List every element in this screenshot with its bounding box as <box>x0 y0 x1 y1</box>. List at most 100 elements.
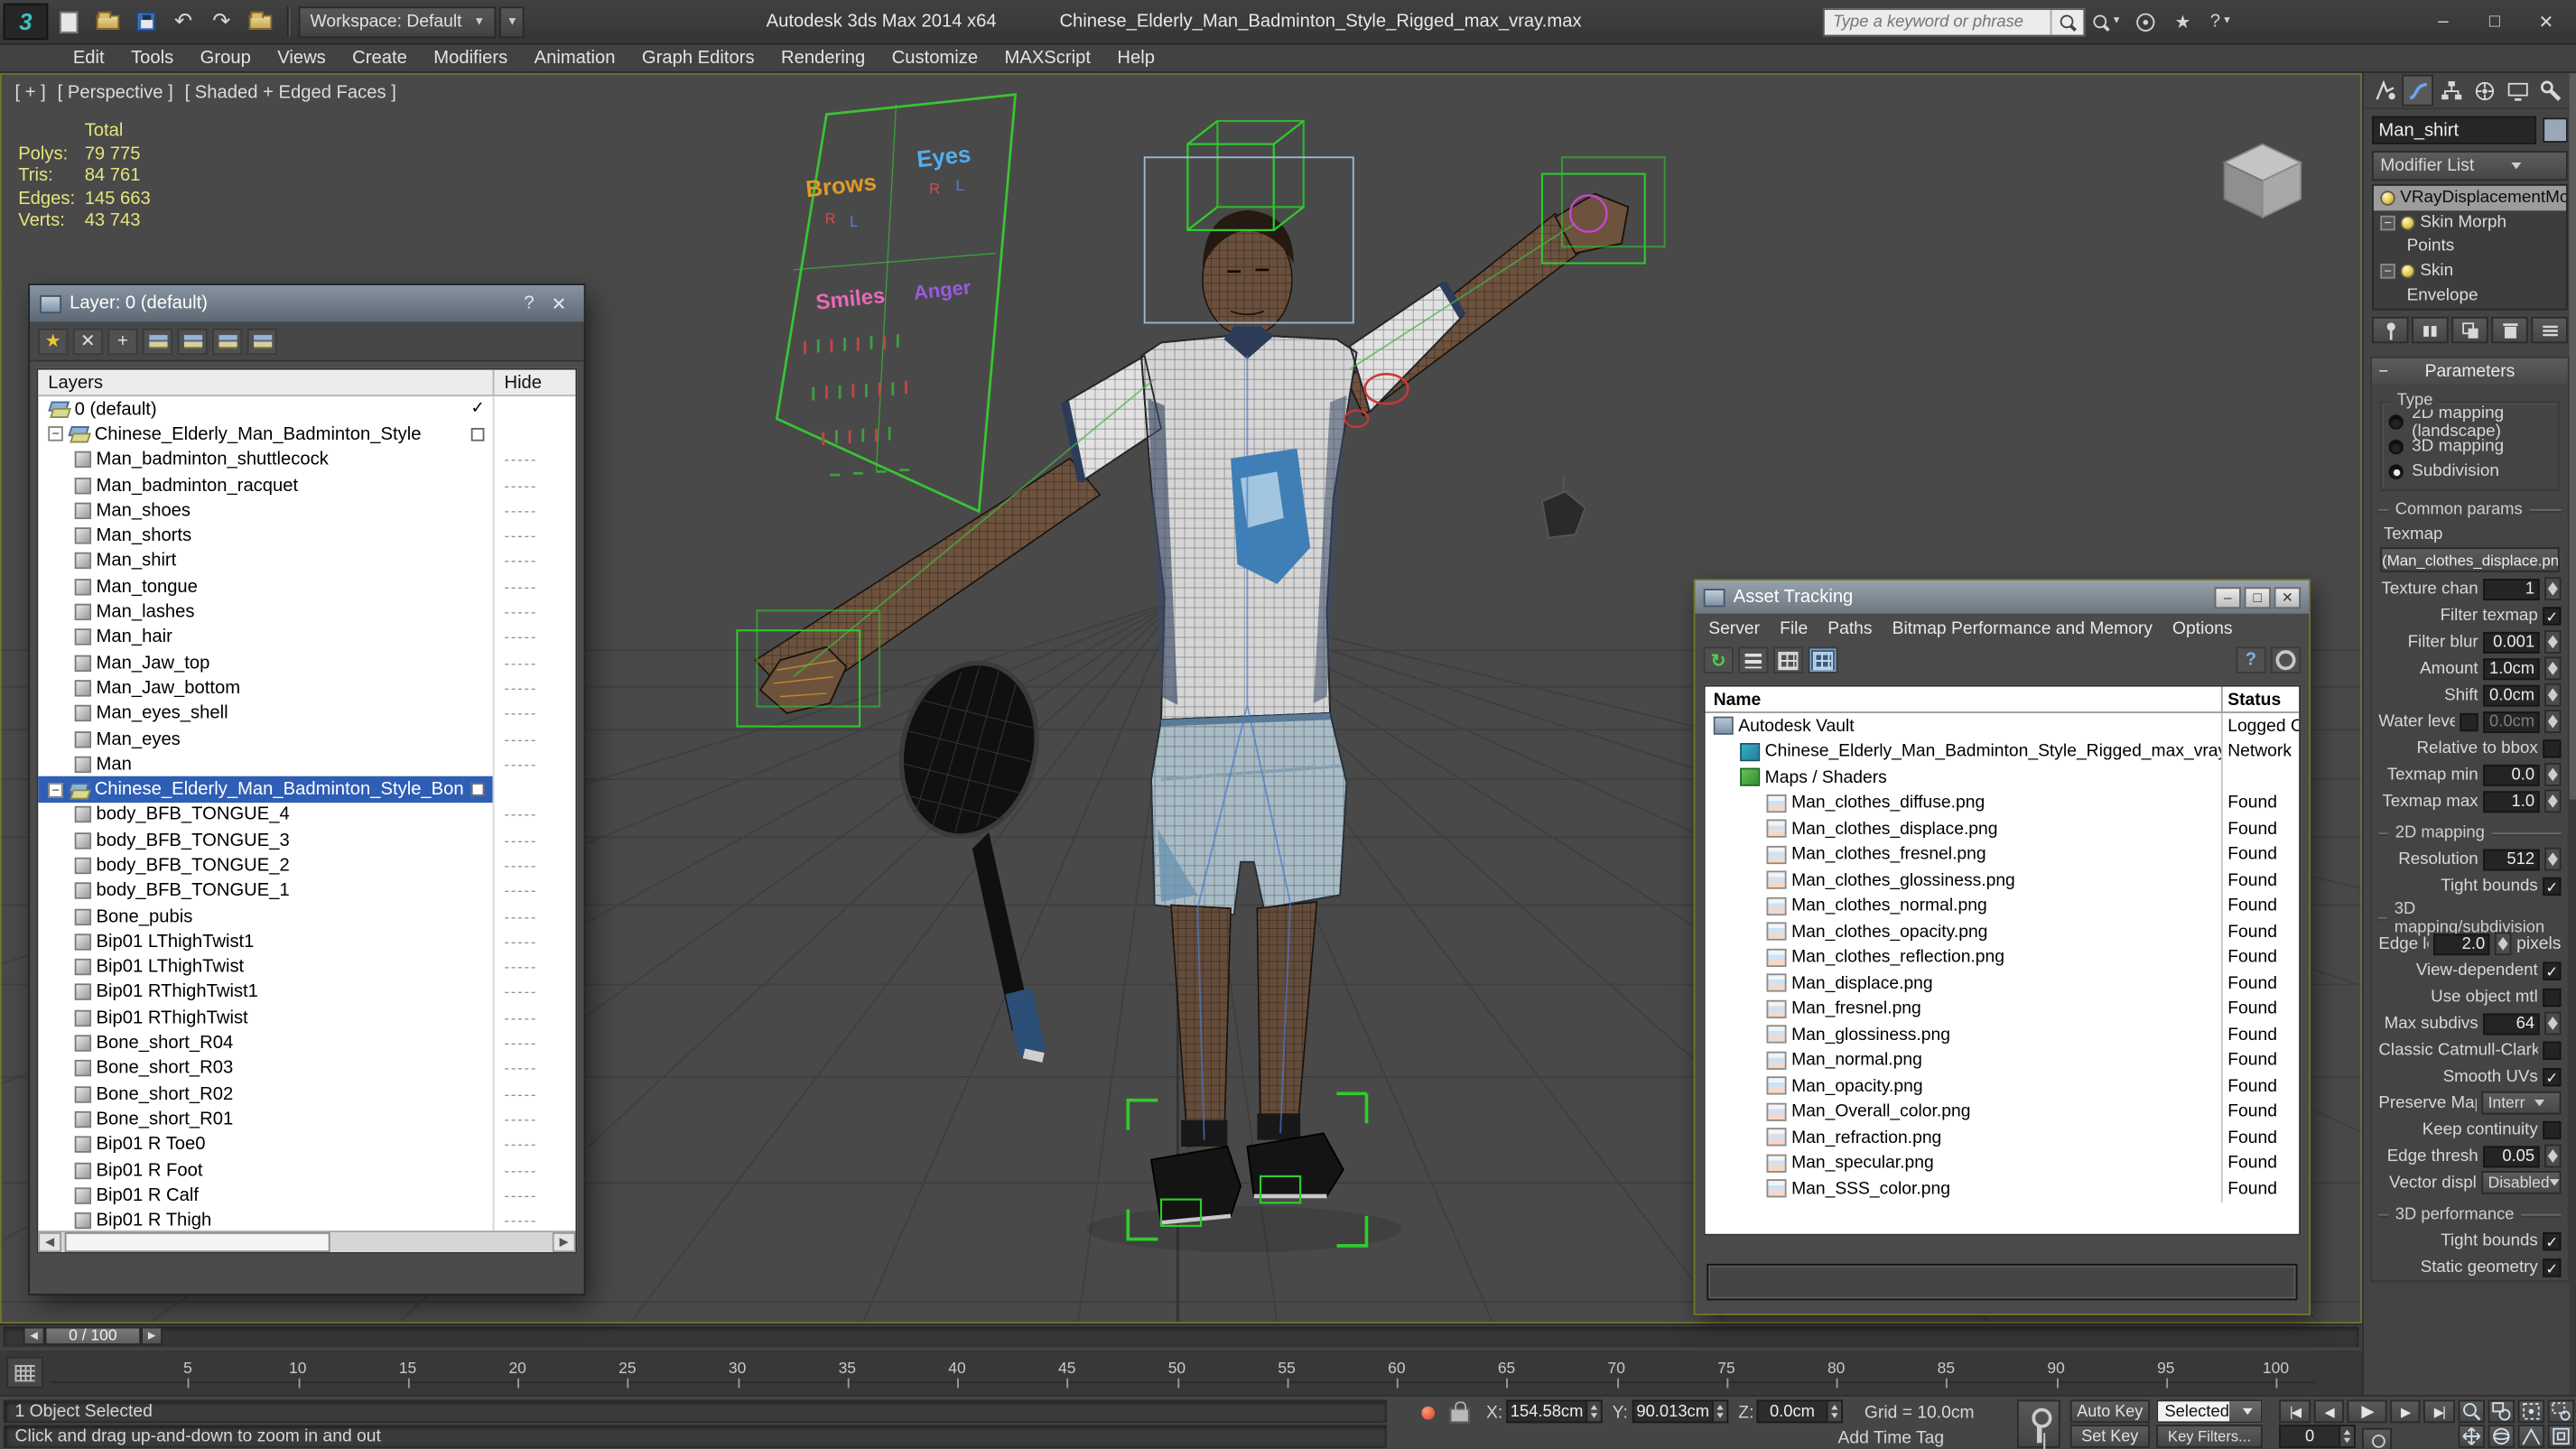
filter-blur-field[interactable]: 0.001 <box>2483 631 2540 653</box>
layer-toggle[interactable] <box>462 776 493 803</box>
open-file-icon[interactable] <box>89 5 125 39</box>
radio-icon[interactable] <box>2388 464 2404 479</box>
layer-toggle[interactable] <box>463 803 493 828</box>
remove-modifier-icon[interactable] <box>2491 316 2528 344</box>
vector-displ-dropdown[interactable]: Disabled <box>2481 1170 2562 1194</box>
layer-toggle[interactable]: ✓ <box>463 396 493 422</box>
asset-row-man-displace-png[interactable]: Man_displace.png Found <box>1706 970 2300 997</box>
utilities-tab-icon[interactable] <box>2534 75 2566 107</box>
layer-toggle[interactable] <box>463 726 493 751</box>
static-geometry-checkbox[interactable]: ✓ <box>2543 1258 2562 1277</box>
hide-toggle[interactable]: ----- <box>492 497 576 524</box>
asset-menu-bitmap-performance-and-memory[interactable]: Bitmap Performance and Memory <box>1883 618 2162 637</box>
menu-maxscript[interactable]: MAXScript <box>991 46 1104 70</box>
status-column-header[interactable]: Status <box>2220 686 2299 712</box>
make-unique-icon[interactable] <box>2451 316 2488 344</box>
layer-row-man-eyes-shell[interactable]: Man_eyes_shell ----- <box>38 701 576 727</box>
key-mode-toggle-icon[interactable] <box>2362 1427 2393 1449</box>
hide-toggle[interactable] <box>492 396 576 423</box>
menu-views[interactable]: Views <box>265 46 339 70</box>
tight-bounds-checkbox[interactable]: ✓ <box>2543 1231 2562 1250</box>
layer-row-man-shorts[interactable]: Man_shorts ----- <box>38 523 576 549</box>
layer-row-man-shirt[interactable]: Man_shirt ----- <box>38 548 576 574</box>
layer-toggle[interactable] <box>463 675 493 701</box>
zoom-region-icon[interactable] <box>2547 1399 2575 1424</box>
layer-row-body-bfb-tongue-3[interactable]: body_BFB_TONGUE_3 ----- <box>38 827 576 853</box>
relative-to-bbox-checkbox[interactable] <box>2543 738 2562 757</box>
asset-row-man-clothes-opacity-png[interactable]: Man_clothes_opacity.png Found <box>1706 918 2300 945</box>
asset-row-man-clothes-reflection-png[interactable]: Man_clothes_reflection.png Found <box>1706 944 2300 971</box>
favorites-star-icon[interactable]: ★ <box>2166 6 2199 36</box>
viewcube[interactable] <box>2211 135 2314 224</box>
asset-row-autodesk-vault[interactable]: Autodesk Vault Logged O <box>1706 712 2299 739</box>
layer-toggle[interactable] <box>463 549 493 574</box>
modifier-skin[interactable]: − Skin <box>2374 259 2566 283</box>
layer-toggle[interactable] <box>463 472 493 497</box>
water-level-checkbox[interactable] <box>2460 712 2478 731</box>
modifier-skin-morph[interactable]: − Skin Morph <box>2374 210 2566 235</box>
time-slider-handle[interactable]: 0 / 100 <box>44 1326 142 1345</box>
layer-row-bone-short-r02[interactable]: Bone_short_R02 ----- <box>38 1081 576 1107</box>
modifier-points[interactable]: Points <box>2374 235 2566 259</box>
hide-toggle[interactable]: ----- <box>492 1005 576 1031</box>
hide-toggle[interactable]: ----- <box>492 827 576 853</box>
add-selection-to-layer-icon[interactable]: + <box>107 327 138 355</box>
layer-toggle[interactable] <box>463 1006 493 1031</box>
water-level-field[interactable]: 0.0cm <box>2483 711 2540 733</box>
infocenter-search[interactable] <box>1822 7 2086 36</box>
asset-row-man-clothes-glossiness-png[interactable]: Man_clothes_glossiness.png Found <box>1706 867 2300 894</box>
object-color-swatch[interactable] <box>2543 117 2568 143</box>
layers-column-header[interactable]: Layers <box>38 372 492 392</box>
track-bar[interactable]: 5 10 15 20 25 30 35 40 45 50 55 60 65 70 75 80 85 90 95 100 <box>0 1348 2363 1396</box>
layer-toggle[interactable] <box>463 599 493 625</box>
highlight-layer-icon[interactable] <box>177 327 208 355</box>
hide-toggle[interactable]: ----- <box>492 599 576 625</box>
zoom-all-icon[interactable] <box>2488 1399 2516 1424</box>
layer-row-man-hair[interactable]: Man_hair ----- <box>38 624 576 651</box>
field-of-view-icon[interactable] <box>2517 1425 2545 1448</box>
layer-window-titlebar[interactable]: Layer: 0 (default) ? ✕ <box>30 284 584 322</box>
classic-catmull-clark-checkbox[interactable] <box>2543 1040 2562 1059</box>
layer-toggle[interactable] <box>463 1157 493 1183</box>
menu-customize[interactable]: Customize <box>879 46 991 70</box>
layer-toggle[interactable] <box>463 828 493 853</box>
panel-scrollbar[interactable] <box>2569 72 2576 1396</box>
hide-toggle[interactable]: ----- <box>492 1157 576 1184</box>
menu-rendering[interactable]: Rendering <box>767 46 879 70</box>
layer-toggle[interactable] <box>463 1132 493 1157</box>
freeze-toggle-icon[interactable] <box>246 327 277 355</box>
layer-toggle[interactable] <box>463 980 493 1005</box>
hide-toggle[interactable]: ----- <box>492 954 576 980</box>
go-to-end-icon[interactable]: ▶| <box>2423 1399 2455 1424</box>
layer-toggle[interactable] <box>463 1031 493 1056</box>
search-icon[interactable] <box>2050 9 2084 34</box>
asset-row-chinese-elderly-man-badminton-style-rigged-max-vray-max[interactable]: Chinese_Elderly_Man_Badminton_Style_Rigg… <box>1706 738 2300 765</box>
layer-row-man-shoes[interactable]: Man_shoes ----- <box>38 497 576 524</box>
redo-icon[interactable]: ↷ <box>204 5 239 39</box>
create-new-layer-icon[interactable]: ★ <box>38 327 69 355</box>
play-icon[interactable]: ▶ <box>2347 1399 2387 1424</box>
object-name-field[interactable] <box>2372 116 2536 144</box>
expander-icon[interactable]: − <box>48 782 63 797</box>
modify-tab-icon[interactable] <box>2402 74 2434 107</box>
layer-toggle[interactable] <box>463 574 493 599</box>
help-icon[interactable]: ? <box>2236 646 2266 673</box>
layer-row-man-badminton-racquet[interactable]: Man_badminton_racquet ----- <box>38 472 576 498</box>
layer-toggle[interactable] <box>463 524 493 549</box>
asset-row-man-clothes-displace-png[interactable]: Man_clothes_displace.png Found <box>1706 815 2300 842</box>
pin-stack-icon[interactable] <box>2372 316 2409 344</box>
layer-row-bip01-lthightwist1[interactable]: Bip01 LThighTwist1 ----- <box>38 929 576 955</box>
asset-row-man-fresnel-png[interactable]: Man_fresnel.png Found <box>1706 996 2300 1022</box>
hide-toggle[interactable]: ----- <box>492 1183 576 1209</box>
layer-toggle[interactable] <box>463 422 493 447</box>
hide-toggle[interactable]: ----- <box>492 1106 576 1133</box>
time-slider[interactable]: ◀ 0 / 100 ▶ <box>0 1324 2363 1349</box>
save-icon[interactable] <box>127 5 163 39</box>
menu-tools[interactable]: Tools <box>117 46 187 70</box>
expander-icon[interactable]: − <box>2380 215 2395 230</box>
maximize-button[interactable]: □ <box>2471 5 2517 39</box>
zoom-extents-icon[interactable] <box>2517 1399 2545 1424</box>
hide-toggle[interactable]: ----- <box>492 472 576 498</box>
add-time-tag[interactable]: Add Time Tag <box>1838 1428 1945 1448</box>
layer-row-bip01-r-foot[interactable]: Bip01 R Foot ----- <box>38 1157 576 1184</box>
